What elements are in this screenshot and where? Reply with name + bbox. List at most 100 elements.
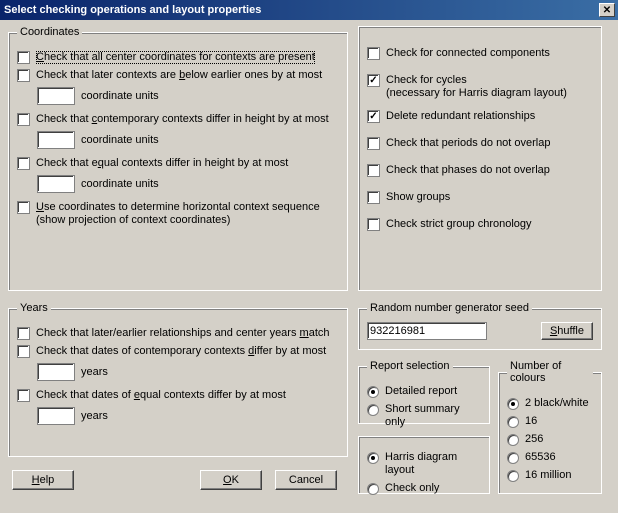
coordinates-group: Coordinates Check that all center coordi… (8, 26, 348, 291)
checkbox-icon[interactable] (17, 157, 30, 170)
checkbox-icon[interactable] (17, 69, 30, 82)
rb-col-16m-row[interactable]: 16 million (507, 469, 593, 482)
cb-connected-row[interactable]: Check for connected components (367, 47, 593, 60)
checkbox-icon[interactable] (17, 201, 30, 214)
dialog-body: Coordinates Check that all center coordi… (0, 20, 618, 513)
equal-height-input-row: coordinate units (37, 175, 339, 193)
years-equal-unit: years (81, 410, 108, 422)
checkbox-icon[interactable] (367, 191, 380, 204)
radio-icon[interactable] (507, 416, 519, 428)
cb-contemp-height-row[interactable]: Check that contemporary contexts differ … (17, 113, 339, 126)
equal-height-input[interactable] (37, 175, 75, 193)
rb-col-65536-label: 65536 (525, 451, 556, 464)
cb-cycles-label: Check for cycles(necessary for Harris di… (386, 74, 567, 100)
dialog-title: Select checking operations and layout pr… (4, 4, 597, 16)
cb-strict-chron-label: Check strict group chronology (386, 218, 532, 231)
report-legend: Report selection (367, 360, 453, 372)
radio-icon[interactable] (367, 483, 379, 495)
coordinates-legend: Coordinates (17, 26, 82, 38)
checkbox-icon[interactable] (17, 389, 30, 402)
cb-years-match-label: Check that later/earlier relationships a… (36, 327, 330, 340)
cb-equal-height-label: Check that equal contexts differ in heig… (36, 157, 288, 170)
colours-group: Number of colours 2 black/white 16 256 6… (498, 360, 602, 494)
years-equal-input-row: years (37, 407, 339, 425)
close-icon[interactable]: ✕ (599, 3, 615, 17)
rb-col-16-row[interactable]: 16 (507, 415, 593, 428)
checkbox-icon[interactable] (367, 110, 380, 123)
rb-summary-row[interactable]: Short summary only (367, 403, 481, 429)
rb-col-256-row[interactable]: 256 (507, 433, 593, 446)
cb-phases-row[interactable]: Check that phases do not overlap (367, 164, 593, 177)
seed-group: Random number generator seed Shuffle (358, 302, 602, 350)
titlebar: Select checking operations and layout pr… (0, 0, 618, 20)
checkbox-icon[interactable] (17, 345, 30, 358)
cancel-button[interactable]: Cancel (275, 470, 337, 490)
rb-col-16-label: 16 (525, 415, 537, 428)
help-button[interactable]: Help (12, 470, 74, 490)
rb-checkonly-row[interactable]: Check only (367, 482, 481, 495)
seed-input[interactable] (367, 322, 487, 340)
checkbox-icon[interactable] (367, 47, 380, 60)
seed-legend: Random number generator seed (367, 302, 532, 314)
cb-show-groups-row[interactable]: Show groups (367, 191, 593, 204)
cb-show-groups-label: Show groups (386, 191, 450, 204)
cb-periods-row[interactable]: Check that periods do not overlap (367, 137, 593, 150)
years-contemp-input[interactable] (37, 363, 75, 381)
cb-periods-label: Check that periods do not overlap (386, 137, 551, 150)
cb-contemp-height-label: Check that contemporary contexts differ … (36, 113, 329, 126)
radio-icon[interactable] (367, 386, 379, 398)
cb-cycles-row[interactable]: Check for cycles(necessary for Harris di… (367, 74, 593, 100)
radio-icon[interactable] (367, 404, 379, 416)
mode-group: Harris diagram layout Check only (358, 436, 490, 494)
rb-col-2-row[interactable]: 2 black/white (507, 397, 593, 410)
checks-group: Check for connected components Check for… (358, 26, 602, 291)
checkbox-icon[interactable] (367, 218, 380, 231)
cb-redundant-label: Delete redundant relationships (386, 110, 535, 123)
radio-icon[interactable] (507, 470, 519, 482)
shuffle-button[interactable]: Shuffle (541, 322, 593, 340)
cb-equal-height-row[interactable]: Check that equal contexts differ in heig… (17, 157, 339, 170)
rb-detailed-row[interactable]: Detailed report (367, 385, 481, 398)
radio-icon[interactable] (367, 452, 379, 464)
checkbox-icon[interactable] (17, 113, 30, 126)
checkbox-icon[interactable] (367, 164, 380, 177)
cb-coord-present-row[interactable]: Check that all center coordinates for co… (17, 51, 339, 64)
radio-icon[interactable] (507, 398, 519, 410)
rb-checkonly-label: Check only (385, 482, 439, 495)
cb-later-below-row[interactable]: Check that later contexts are below earl… (17, 69, 339, 82)
rb-detailed-label: Detailed report (385, 385, 457, 398)
years-group: Years Check that later/earlier relations… (8, 302, 348, 457)
rb-col-65536-row[interactable]: 65536 (507, 451, 593, 464)
years-equal-input[interactable] (37, 407, 75, 425)
cb-years-equal-row[interactable]: Check that dates of equal contexts diffe… (17, 389, 339, 402)
checkbox-icon[interactable] (367, 74, 380, 87)
contemp-height-unit: coordinate units (81, 134, 159, 146)
years-contemp-input-row: years (37, 363, 339, 381)
rb-summary-label: Short summary only (385, 403, 481, 429)
equal-height-unit: coordinate units (81, 178, 159, 190)
ok-button[interactable]: OK (200, 470, 262, 490)
rb-harris-row[interactable]: Harris diagram layout (367, 451, 481, 477)
rb-harris-label: Harris diagram layout (385, 451, 481, 477)
later-below-input-row: coordinate units (37, 87, 339, 105)
cb-connected-label: Check for connected components (386, 47, 550, 60)
rb-col-2-label: 2 black/white (525, 397, 589, 410)
cb-years-match-row[interactable]: Check that later/earlier relationships a… (17, 327, 339, 340)
cb-years-contemp-row[interactable]: Check that dates of contemporary context… (17, 345, 339, 358)
checkbox-icon[interactable] (17, 51, 30, 64)
cb-later-below-label: Check that later contexts are below earl… (36, 69, 322, 82)
cb-redundant-row[interactable]: Delete redundant relationships (367, 110, 593, 123)
years-contemp-unit: years (81, 366, 108, 378)
cb-strict-chron-row[interactable]: Check strict group chronology (367, 218, 593, 231)
radio-icon[interactable] (507, 452, 519, 464)
radio-icon[interactable] (507, 434, 519, 446)
cb-use-coords-row[interactable]: Use coordinates to determine horizontal … (17, 201, 339, 227)
contemp-height-input[interactable] (37, 131, 75, 149)
years-legend: Years (17, 302, 51, 314)
colours-legend: Number of colours (507, 360, 593, 384)
later-below-unit: coordinate units (81, 90, 159, 102)
checkbox-icon[interactable] (367, 137, 380, 150)
cb-years-contemp-label: Check that dates of contemporary context… (36, 345, 326, 358)
checkbox-icon[interactable] (17, 327, 30, 340)
later-below-input[interactable] (37, 87, 75, 105)
